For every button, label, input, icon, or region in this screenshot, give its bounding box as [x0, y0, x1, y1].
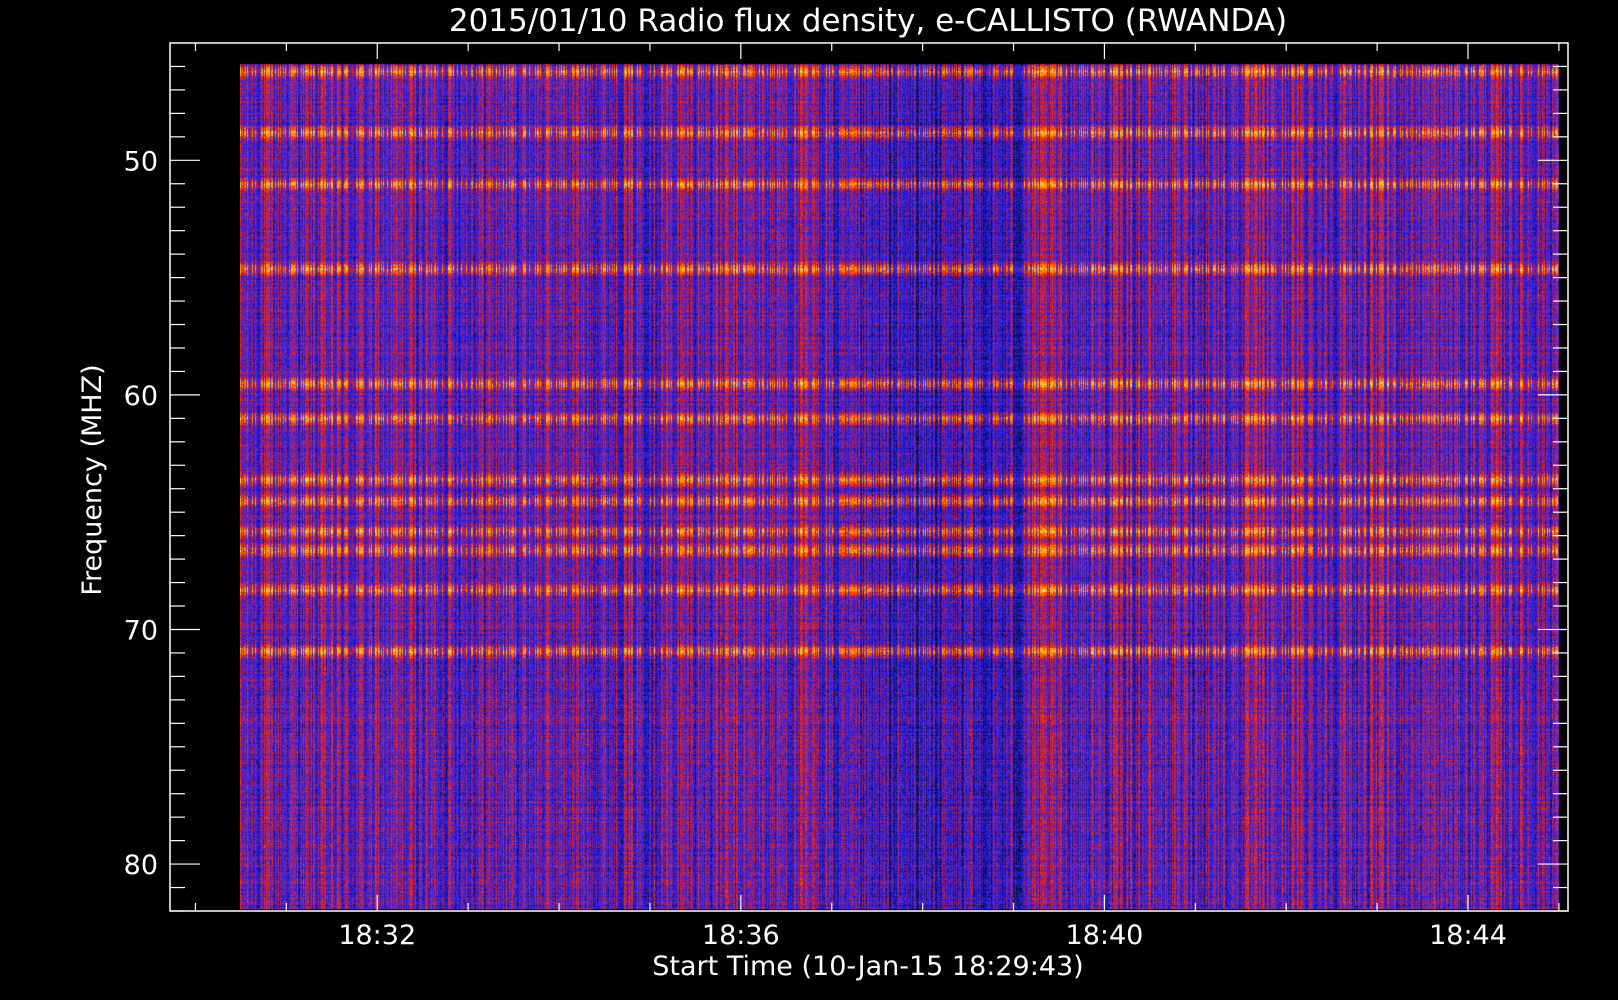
- y-tick-label: 50: [124, 146, 158, 177]
- y-axis-label: Frequency (MHZ): [77, 364, 108, 595]
- spectrogram-chart: 2015/01/10 Radio flux density, e-CALLIST…: [0, 0, 1618, 1000]
- y-tick-label: 70: [124, 615, 158, 646]
- x-tick-label: 18:44: [1429, 920, 1507, 951]
- x-tick-label: 18:32: [338, 920, 416, 951]
- chart-title: 2015/01/10 Radio flux density, e-CALLIST…: [449, 3, 1287, 39]
- x-tick-label: 18:40: [1066, 920, 1144, 951]
- x-tick-label: 18:36: [702, 920, 780, 951]
- spectrogram-heatmap: [239, 64, 1559, 910]
- spectrogram-image: [239, 64, 1559, 910]
- y-tick-label: 60: [124, 381, 158, 412]
- x-axis-label: Start Time (10-Jan-15 18:29:43): [652, 951, 1083, 982]
- y-tick-label: 80: [124, 850, 158, 881]
